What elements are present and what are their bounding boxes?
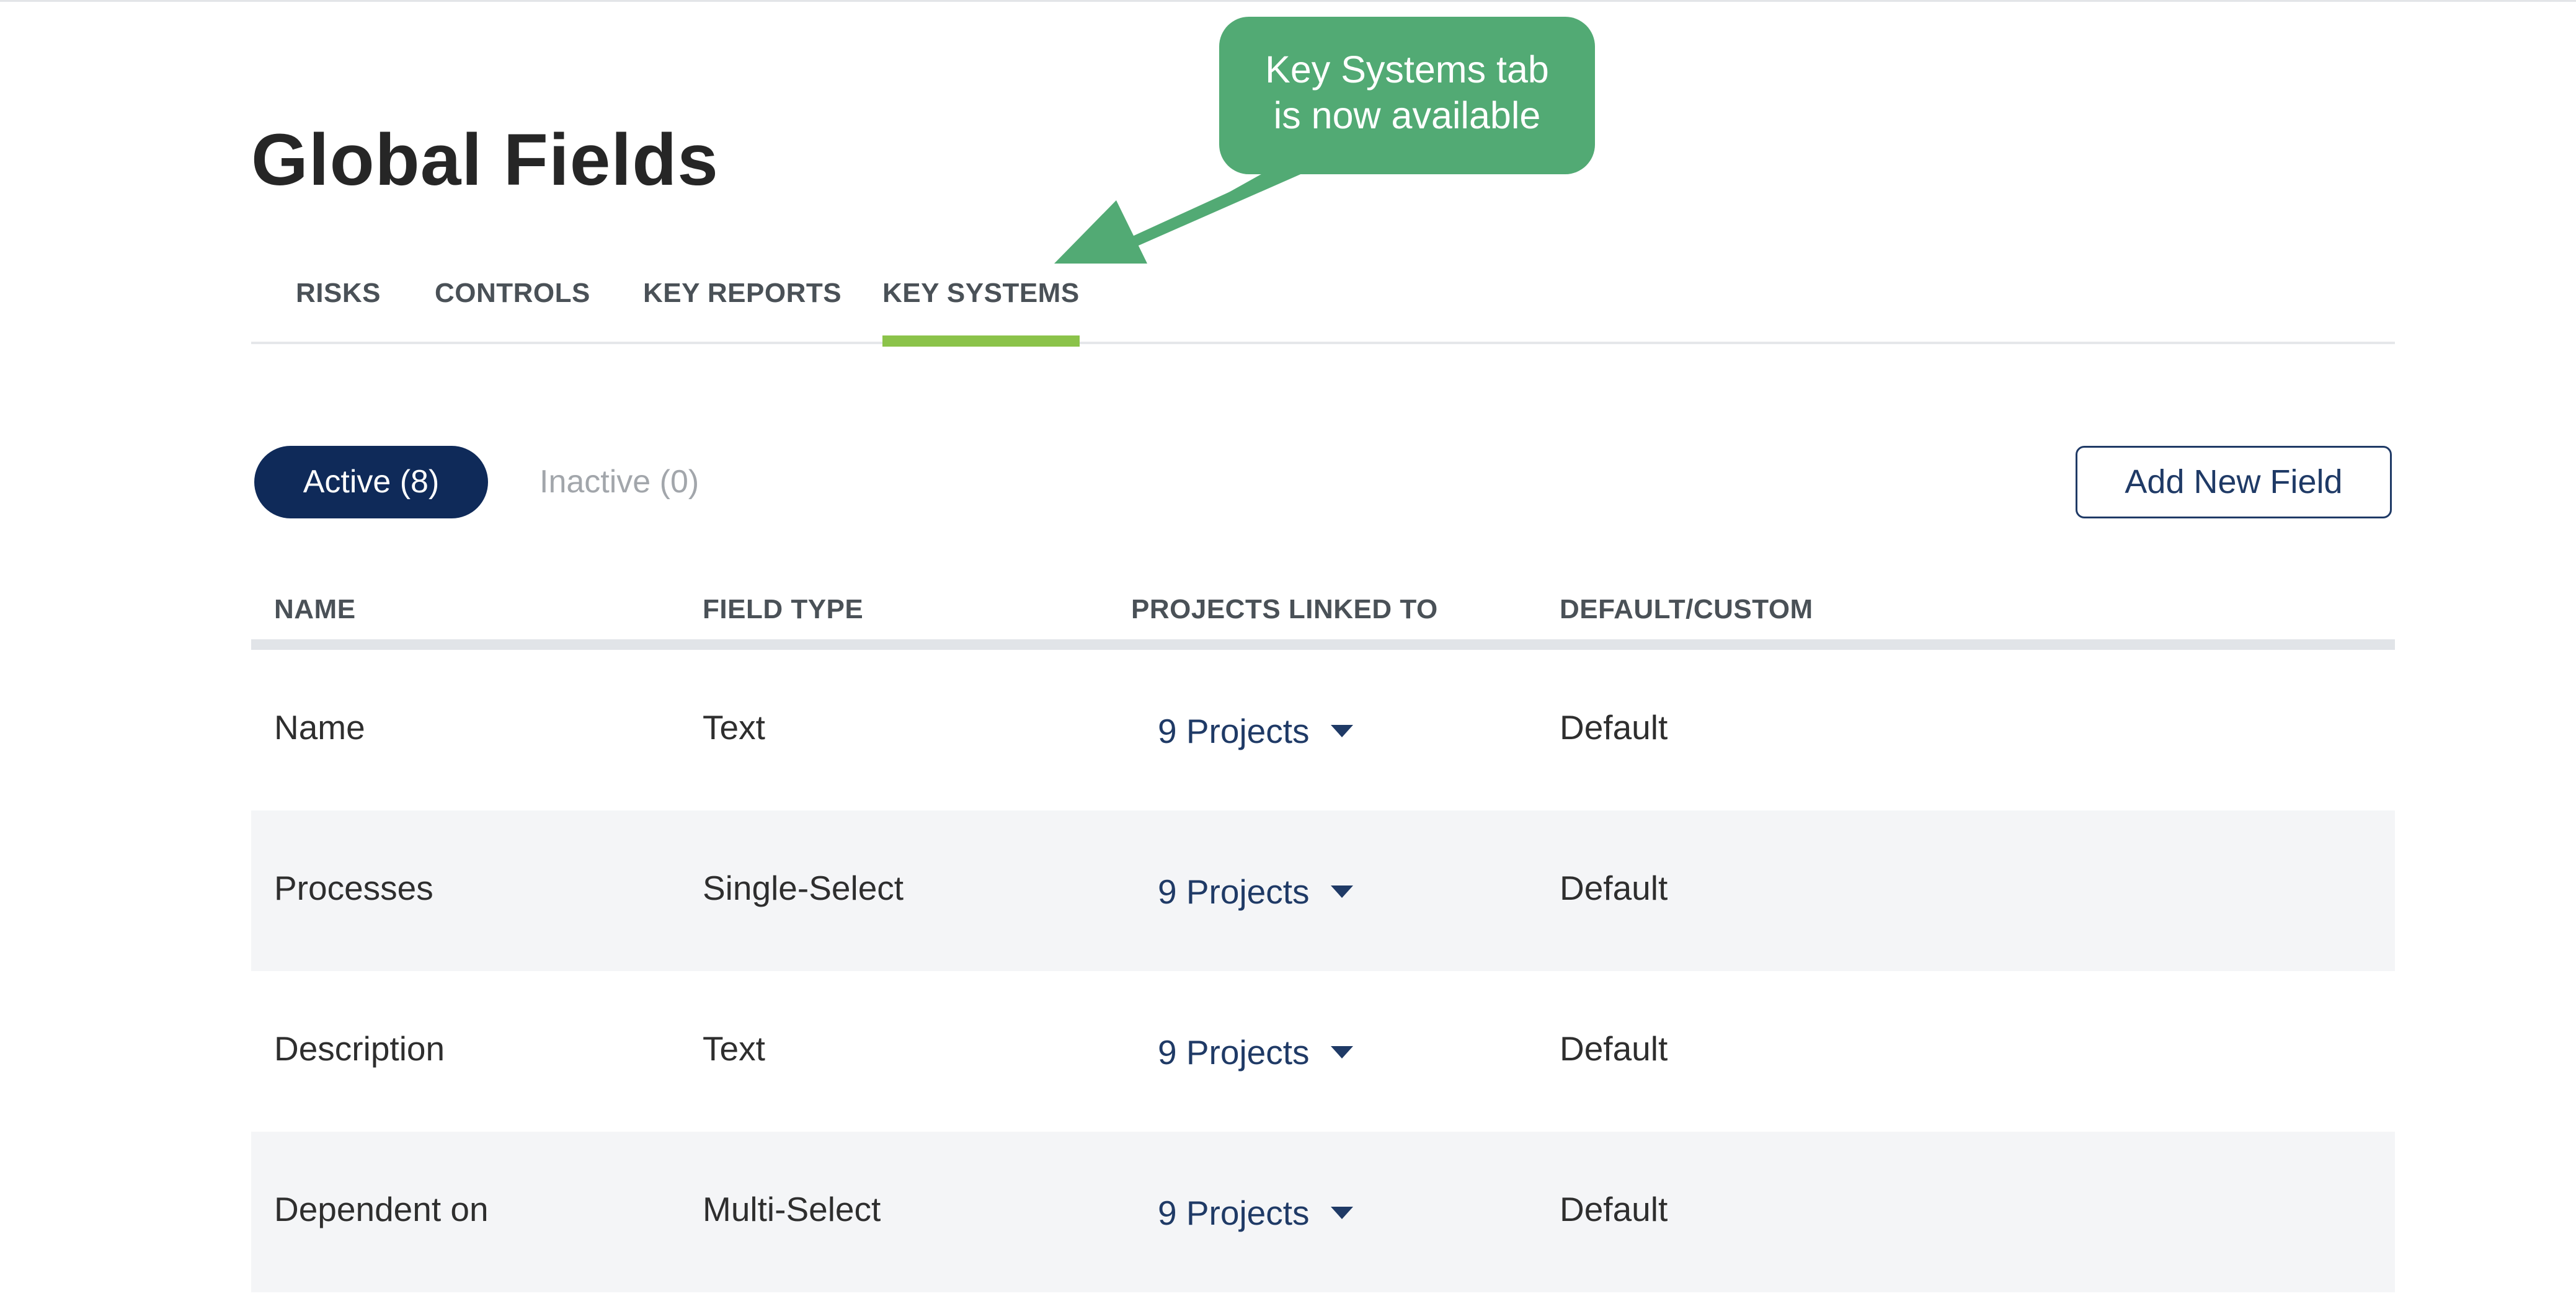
- global-fields-page: Global Fields RISKS CONTROLS KEY REPORTS…: [0, 0, 2576, 1296]
- column-header-field-type: FIELD TYPE: [703, 594, 864, 624]
- cell-name: Description: [274, 1029, 445, 1068]
- tab-risks[interactable]: RISKS: [296, 275, 381, 344]
- cell-name: Processes: [274, 869, 433, 907]
- projects-dropdown[interactable]: 9 Projects: [1158, 1191, 1353, 1235]
- column-header-default-custom: DEFAULT/CUSTOM: [1560, 594, 1813, 624]
- page-title: Global Fields: [251, 119, 719, 201]
- table-row[interactable]: Description Text 9 Projects Default: [251, 971, 2395, 1132]
- caret-down-icon: [1330, 1046, 1353, 1059]
- cell-default-custom: Default: [1560, 1029, 1668, 1068]
- inactive-filter-button[interactable]: Inactive (0): [540, 446, 699, 518]
- column-header-projects: PROJECTS LINKED TO: [1131, 594, 1438, 624]
- table-row[interactable]: Name Text 9 Projects Default: [251, 650, 2395, 810]
- cell-field-type: Single-Select: [703, 869, 904, 907]
- projects-label: 9 Projects: [1158, 1194, 1310, 1232]
- cell-name: Dependent on: [274, 1190, 489, 1228]
- arrow-icon: [1054, 163, 1315, 264]
- annotation-callout: Key Systems tab is now available: [1219, 17, 1595, 174]
- cell-default-custom: Default: [1560, 708, 1668, 747]
- cell-field-type: Multi-Select: [703, 1190, 881, 1228]
- table-header: NAME FIELD TYPE PROJECTS LINKED TO DEFAU…: [251, 585, 2395, 650]
- table-row[interactable]: Processes Single-Select 9 Projects Defau…: [251, 810, 2395, 971]
- tab-key-systems[interactable]: KEY SYSTEMS: [882, 275, 1080, 347]
- projects-dropdown[interactable]: 9 Projects: [1158, 709, 1353, 753]
- caret-down-icon: [1330, 1207, 1353, 1220]
- cell-default-custom: Default: [1560, 869, 1668, 907]
- projects-dropdown[interactable]: 9 Projects: [1158, 870, 1353, 913]
- projects-dropdown[interactable]: 9 Projects: [1158, 1031, 1353, 1074]
- table-row[interactable]: Dependent on Multi-Select 9 Projects Def…: [251, 1132, 2395, 1292]
- cell-field-type: Text: [703, 1029, 765, 1068]
- projects-label: 9 Projects: [1158, 872, 1310, 911]
- projects-label: 9 Projects: [1158, 712, 1310, 750]
- callout-line-1: Key Systems tab: [1265, 48, 1549, 91]
- tab-key-reports[interactable]: KEY REPORTS: [643, 275, 842, 344]
- tab-controls[interactable]: CONTROLS: [435, 275, 590, 344]
- caret-down-icon: [1330, 725, 1353, 738]
- add-new-field-button[interactable]: Add New Field: [2076, 446, 2392, 518]
- projects-label: 9 Projects: [1158, 1033, 1310, 1072]
- cell-name: Name: [274, 708, 365, 747]
- column-header-name: NAME: [274, 594, 356, 624]
- fields-table: NAME FIELD TYPE PROJECTS LINKED TO DEFAU…: [251, 585, 2395, 1292]
- callout-line-2: is now available: [1273, 94, 1541, 136]
- tab-bar: RISKS CONTROLS KEY REPORTS KEY SYSTEMS: [251, 262, 2395, 347]
- active-filter-button[interactable]: Active (8): [254, 446, 488, 518]
- cell-default-custom: Default: [1560, 1190, 1668, 1228]
- caret-down-icon: [1330, 885, 1353, 899]
- cell-field-type: Text: [703, 708, 765, 747]
